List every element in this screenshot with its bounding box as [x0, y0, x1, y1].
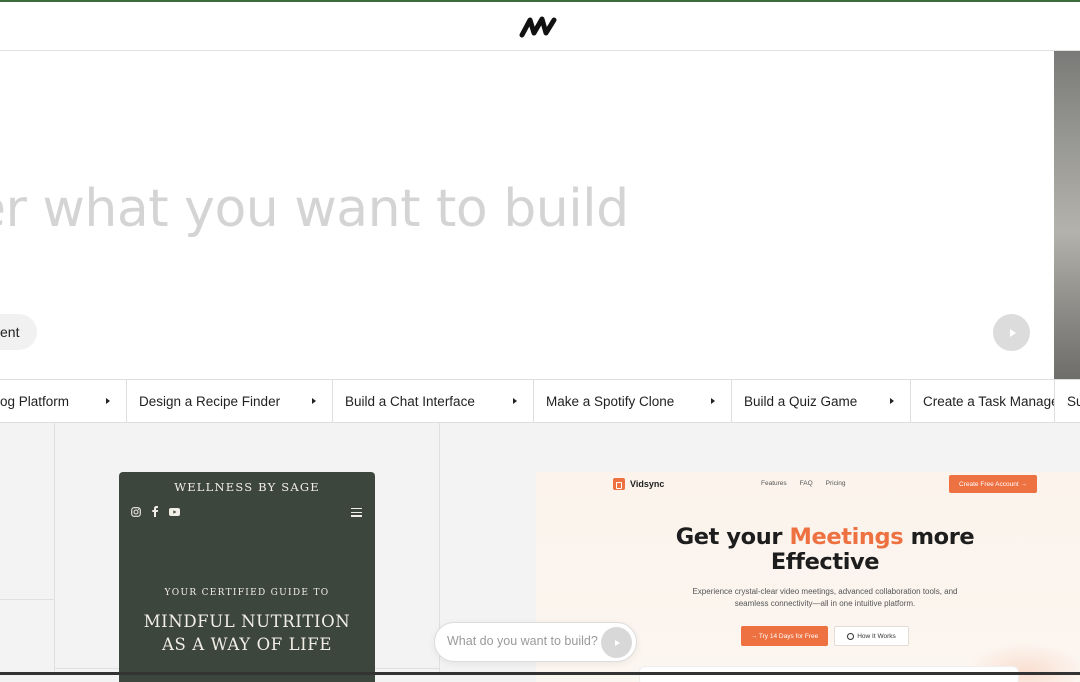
chip-task-manager[interactable]: Create a Task Manage [911, 380, 1055, 422]
chip-label: Make a Spotify Clone [546, 394, 675, 409]
vidsync-headline-line2: Effective [770, 549, 880, 575]
facebook-icon [152, 506, 158, 517]
caret-right-icon [106, 398, 110, 404]
caret-right-icon [513, 398, 517, 404]
chip-label: Design a Recipe Finder [139, 394, 281, 409]
play-circle-icon [847, 632, 855, 640]
prompt-input[interactable] [447, 634, 602, 648]
hero-placeholder-text[interactable]: er what you want to build [0, 179, 629, 239]
grid-divider [0, 599, 54, 600]
caret-right-icon [890, 398, 894, 404]
vidsync-how-label: How It Works [857, 632, 896, 640]
vidsync-cta: Create Free Account → [949, 475, 1037, 493]
caret-right-icon [711, 398, 715, 404]
chip-label: Build a Quiz Game [744, 394, 858, 409]
chip-label: Su [1067, 394, 1080, 409]
video-camera-icon [613, 478, 625, 490]
wave-logo-icon[interactable] [519, 14, 559, 40]
hero-prompt-area[interactable]: er what you want to build ent [0, 51, 1054, 379]
chip-label: Create a Task Manage [923, 394, 1055, 409]
top-bar [0, 0, 1080, 51]
chip-chat-interface[interactable]: Build a Chat Interface [333, 380, 534, 422]
chip-quiz-game[interactable]: Build a Quiz Game [732, 380, 911, 422]
wellness-headline-line2: AS A WAY OF LIFE [162, 635, 332, 654]
vidsync-nav-faq: FAQ [799, 480, 813, 487]
suggestion-chips: og Platform Design a Recipe Finder Build… [0, 379, 1080, 423]
wellness-brand: WELLNESS BY SAGE [174, 480, 320, 494]
grid-divider [54, 423, 55, 675]
youtube-icon [169, 507, 180, 516]
chip-recipe-finder[interactable]: Design a Recipe Finder [127, 380, 333, 422]
prompt-bar[interactable] [434, 622, 637, 662]
chip-partial[interactable]: Su [1055, 380, 1080, 422]
vidsync-subtext: Experience crystal-clear video meetings,… [536, 586, 1080, 610]
attachment-pill[interactable]: ent [0, 314, 38, 350]
wellness-headline-line1: MINDFUL NUTRITION [143, 612, 351, 631]
instagram-icon [131, 506, 141, 517]
wellness-headline: MINDFUL NUTRITION AS A WAY OF LIFE [119, 610, 375, 656]
chip-label: Build a Chat Interface [345, 394, 475, 409]
chip-spotify-clone[interactable]: Make a Spotify Clone [534, 380, 732, 422]
vidsync-headline-accent: Meetings [789, 524, 904, 550]
wellness-template-card[interactable]: WELLNESS BY SAGE YOUR CERTIFIED GUIDE TO… [119, 472, 375, 682]
vidsync-try-button: → Try 14 Days for Free [741, 626, 828, 646]
vidsync-nav: Features FAQ Pricing [761, 480, 846, 487]
social-icons [131, 506, 180, 517]
vidsync-nav-pricing: Pricing [825, 480, 846, 487]
side-photo [1054, 51, 1080, 379]
chip-label: og Platform [0, 394, 70, 409]
hero-submit-button[interactable] [993, 314, 1030, 351]
play-arrow-icon [1009, 328, 1016, 337]
vidsync-how-button: How It Works [834, 626, 909, 646]
send-arrow-icon [615, 639, 620, 646]
vidsync-logo: Vidsync [613, 478, 664, 490]
hamburger-menu-icon [351, 508, 362, 519]
vidsync-headline-pre: Get your [675, 524, 790, 550]
vidsync-headline: Get your Meetings more Effective [536, 525, 1080, 575]
caret-right-icon [312, 398, 316, 404]
vidsync-subtext-line1: Experience crystal-clear video meetings,… [692, 587, 958, 596]
vidsync-headline-post: more [903, 524, 975, 550]
prompt-send-button[interactable] [601, 627, 632, 658]
vidsync-brand: Vidsync [630, 479, 665, 489]
chip-blog-platform[interactable]: og Platform [0, 380, 127, 422]
wellness-eyebrow: YOUR CERTIFIED GUIDE TO [164, 588, 330, 598]
vidsync-subtext-line2: seamless connectivity—all in one intuiti… [734, 599, 916, 608]
vidsync-nav-features: Features [761, 480, 787, 487]
